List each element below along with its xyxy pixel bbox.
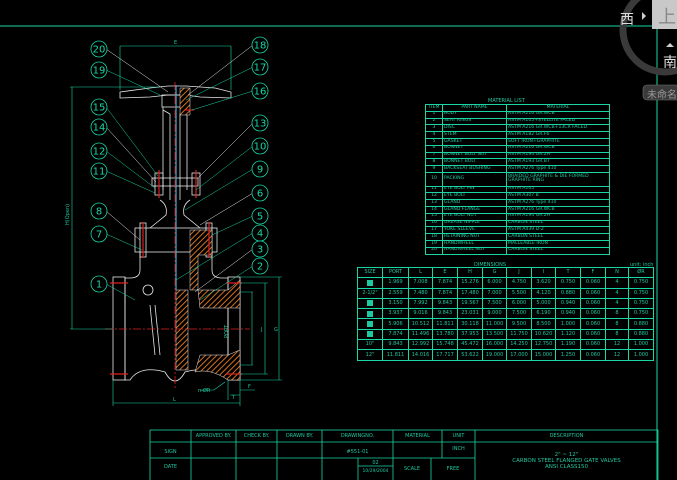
viewcube-top[interactable]: 上 [658, 3, 676, 29]
arrow-right-icon [642, 12, 646, 20]
view-name-menu[interactable]: 未命名 [647, 86, 677, 101]
scale-value: FREE [446, 466, 460, 472]
drawing-no: #551-01 [346, 449, 369, 455]
description-label: DESCRIPTION [549, 433, 584, 439]
drawn-by-label: DRAWN BY. [285, 433, 314, 439]
scale-label: SCALE [403, 466, 421, 472]
viewcube-west[interactable]: 西 [620, 9, 634, 29]
revision: 02 [372, 460, 379, 466]
viewcube[interactable]: 西 上 南 未命名 [600, 0, 677, 105]
sign-label: SIGN [164, 449, 177, 455]
description-class: ANSI CLASS150 [544, 464, 588, 470]
unit-label: UNIT [452, 433, 465, 439]
unit-value: INCH [452, 446, 465, 452]
date-label: DATE [163, 464, 177, 470]
viewcube-south[interactable]: 南 [663, 52, 677, 72]
material-label: MATERIAL [405, 433, 430, 439]
title-block-lines [149, 429, 659, 480]
drawing-date: 10/29/2004 [362, 469, 389, 474]
cad-viewport[interactable]: E H(Open) L PORT J G F T n-ØR 20 19 15 14 12… [0, 0, 677, 480]
drawing-no-label: DRAWINGNO. [340, 433, 375, 439]
arrow-up-icon [666, 43, 674, 47]
approved-by-label: APPROVED BY. [195, 433, 232, 439]
check-by-label: CHECK BY. [243, 433, 270, 439]
